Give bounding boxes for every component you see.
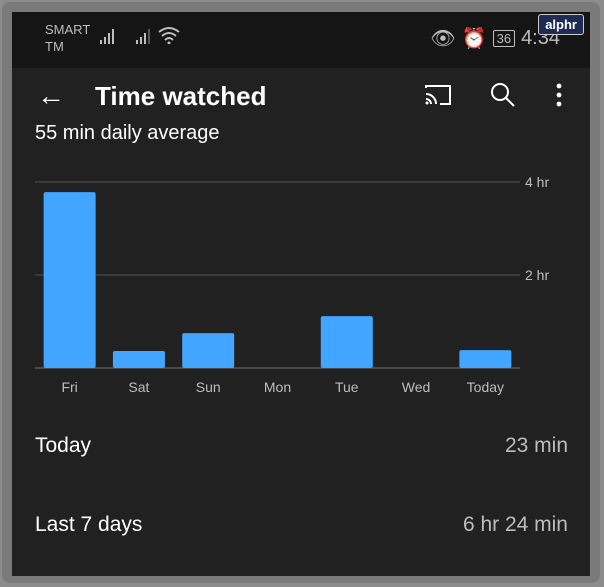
time-watched-bar-chart: 4 hr 2 hr Fri Sat Sun Mon Tue Wed Today xyxy=(35,174,549,395)
x-tick-label: Tue xyxy=(335,379,359,395)
y-tick-label: 2 hr xyxy=(525,267,549,283)
bar-sat xyxy=(112,350,165,368)
y-tick-label: 4 hr xyxy=(525,174,549,190)
bar-tue xyxy=(320,316,373,368)
summary-today: Today 23 min xyxy=(35,434,568,458)
summary-value: 23 min xyxy=(504,434,568,457)
bar-today xyxy=(459,350,512,368)
x-tick-label: Fri xyxy=(61,379,77,395)
x-tick-label: Mon xyxy=(264,379,291,395)
wifi-icon xyxy=(158,27,180,44)
app-bar: ← Time watched xyxy=(12,68,590,128)
summary-label: Today xyxy=(35,434,92,457)
bar-fri xyxy=(43,192,96,368)
signal-icon-2 xyxy=(136,28,150,44)
carrier-label: SMART TM xyxy=(45,21,90,55)
eye-comfort-icon: 👁 xyxy=(430,28,456,50)
alarm-icon: ⏰ xyxy=(461,28,487,50)
battery-icon: 36 xyxy=(492,30,516,47)
x-tick-label: Wed xyxy=(402,379,431,395)
signal-icon xyxy=(100,28,114,44)
cast-icon[interactable] xyxy=(424,84,452,106)
bar-sun xyxy=(182,333,235,368)
summary-last-7-days: Last 7 days 6 hr 24 min xyxy=(35,513,568,537)
x-tick-label: Today xyxy=(467,379,504,395)
carrier-line1: SMART xyxy=(45,22,91,37)
phone-screen: SMART TM 👁 ⏰ 36 4:34 alphr ← Time watche… xyxy=(12,12,590,576)
search-icon[interactable] xyxy=(490,82,516,108)
more-vert-icon[interactable] xyxy=(556,83,562,107)
carrier-line2: TM xyxy=(45,39,64,54)
status-bar: SMART TM 👁 ⏰ 36 4:34 xyxy=(12,12,590,68)
back-arrow-icon[interactable]: ← xyxy=(37,80,65,112)
page-title: Time watched xyxy=(95,81,267,111)
daily-average: 55 min daily average xyxy=(35,122,220,144)
summary-label: Last 7 days xyxy=(35,513,143,536)
summary-value: 6 hr 24 min xyxy=(462,513,568,536)
x-tick-label: Sun xyxy=(196,379,221,395)
x-tick-label: Sat xyxy=(128,379,149,395)
alphr-logo: alphr xyxy=(538,14,584,35)
